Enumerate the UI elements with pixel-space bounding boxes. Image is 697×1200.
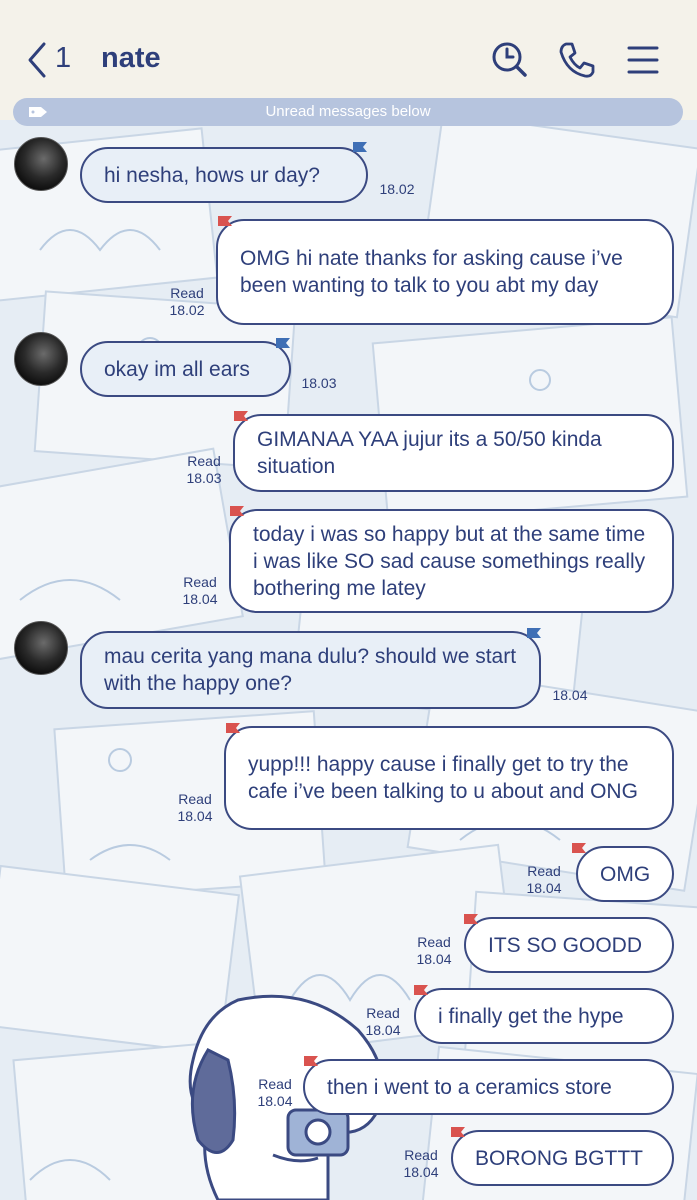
message-text: mau cerita yang mana dulu? should we sta… [104, 645, 517, 695]
message-time: 18.04 [177, 808, 213, 824]
contact-avatar[interactable] [14, 332, 68, 386]
flag-icon [527, 628, 541, 638]
incoming-message-bubble[interactable]: hi nesha, hows ur day? [80, 147, 368, 203]
read-label: Read [258, 1076, 292, 1092]
contact-avatar[interactable] [14, 137, 68, 191]
outgoing-message-bubble[interactable]: ITS SO GOODD [464, 917, 674, 973]
message-text: hi nesha, hows ur day? [104, 163, 320, 187]
incoming-message-bubble[interactable]: mau cerita yang mana dulu? should we sta… [80, 631, 541, 709]
message-text: yupp!!! happy cause i finally get to try… [248, 753, 638, 803]
message-time: 18.03 [186, 470, 222, 486]
search-icon[interactable] [489, 40, 529, 80]
outgoing-message-bubble[interactable]: OMG hi nate thanks for asking cause i’ve… [216, 219, 674, 325]
read-label: Read [187, 453, 221, 469]
message-time: 18.04 [182, 591, 218, 607]
message-text: GIMANAA YAA jujur its a 50/50 kinda situ… [257, 428, 602, 478]
menu-icon[interactable] [623, 40, 663, 80]
flag-icon [276, 338, 290, 348]
flag-icon [230, 506, 244, 516]
flag-icon [218, 216, 232, 226]
message-text: i finally get the hype [438, 1004, 624, 1028]
message-time: 18.02 [169, 302, 205, 318]
message-text: BORONG BGTTT [475, 1146, 643, 1170]
message-text: ITS SO GOODD [488, 933, 643, 957]
message-time: 18.04 [257, 1093, 293, 1109]
incoming-message-bubble[interactable]: okay im all ears [80, 341, 291, 397]
message-time: 18.02 [379, 181, 415, 197]
flag-icon [234, 411, 248, 421]
read-label: Read [527, 863, 561, 879]
message-text: then i went to a ceramics store [327, 1075, 612, 1099]
read-label: Read [178, 791, 212, 807]
outgoing-message-bubble[interactable]: today i was so happy but at the same tim… [229, 509, 674, 613]
phone-icon[interactable] [557, 40, 597, 80]
flag-icon [414, 985, 428, 995]
message-time: 18.04 [416, 951, 452, 967]
outgoing-message-bubble[interactable]: BORONG BGTTT [451, 1130, 674, 1186]
contact-avatar[interactable] [14, 621, 68, 675]
flag-icon [572, 843, 586, 853]
message-text: today i was so happy but at the same tim… [253, 522, 646, 600]
read-label: Read [404, 1147, 438, 1163]
unread-banner: Unread messages below [13, 98, 683, 126]
read-label: Read [417, 934, 451, 950]
message-text: OMG [600, 862, 651, 886]
message-text: okay im all ears [104, 357, 250, 381]
flag-icon [304, 1056, 318, 1066]
message-time: 18.04 [403, 1164, 439, 1180]
outgoing-message-bubble[interactable]: yupp!!! happy cause i finally get to try… [224, 726, 674, 830]
read-label: Read [170, 285, 204, 301]
message-time: 18.04 [552, 687, 588, 703]
outgoing-message-bubble[interactable]: then i went to a ceramics store [303, 1059, 674, 1115]
outgoing-message-bubble[interactable]: i finally get the hype [414, 988, 674, 1044]
chat-title: nate [101, 42, 161, 74]
flag-icon [464, 914, 478, 924]
flag-icon [353, 142, 367, 152]
unread-count[interactable]: 1 [55, 42, 71, 75]
flag-icon [226, 723, 240, 733]
message-time: 18.04 [526, 880, 562, 896]
read-label: Read [183, 574, 217, 590]
flag-icon [451, 1127, 465, 1137]
outgoing-message-bubble[interactable]: GIMANAA YAA jujur its a 50/50 kinda situ… [233, 414, 674, 492]
tag-icon [29, 107, 47, 117]
outgoing-message-bubble[interactable]: OMG [576, 846, 674, 902]
message-time: 18.03 [301, 375, 337, 391]
message-text: OMG hi nate thanks for asking cause i’ve… [240, 247, 623, 297]
